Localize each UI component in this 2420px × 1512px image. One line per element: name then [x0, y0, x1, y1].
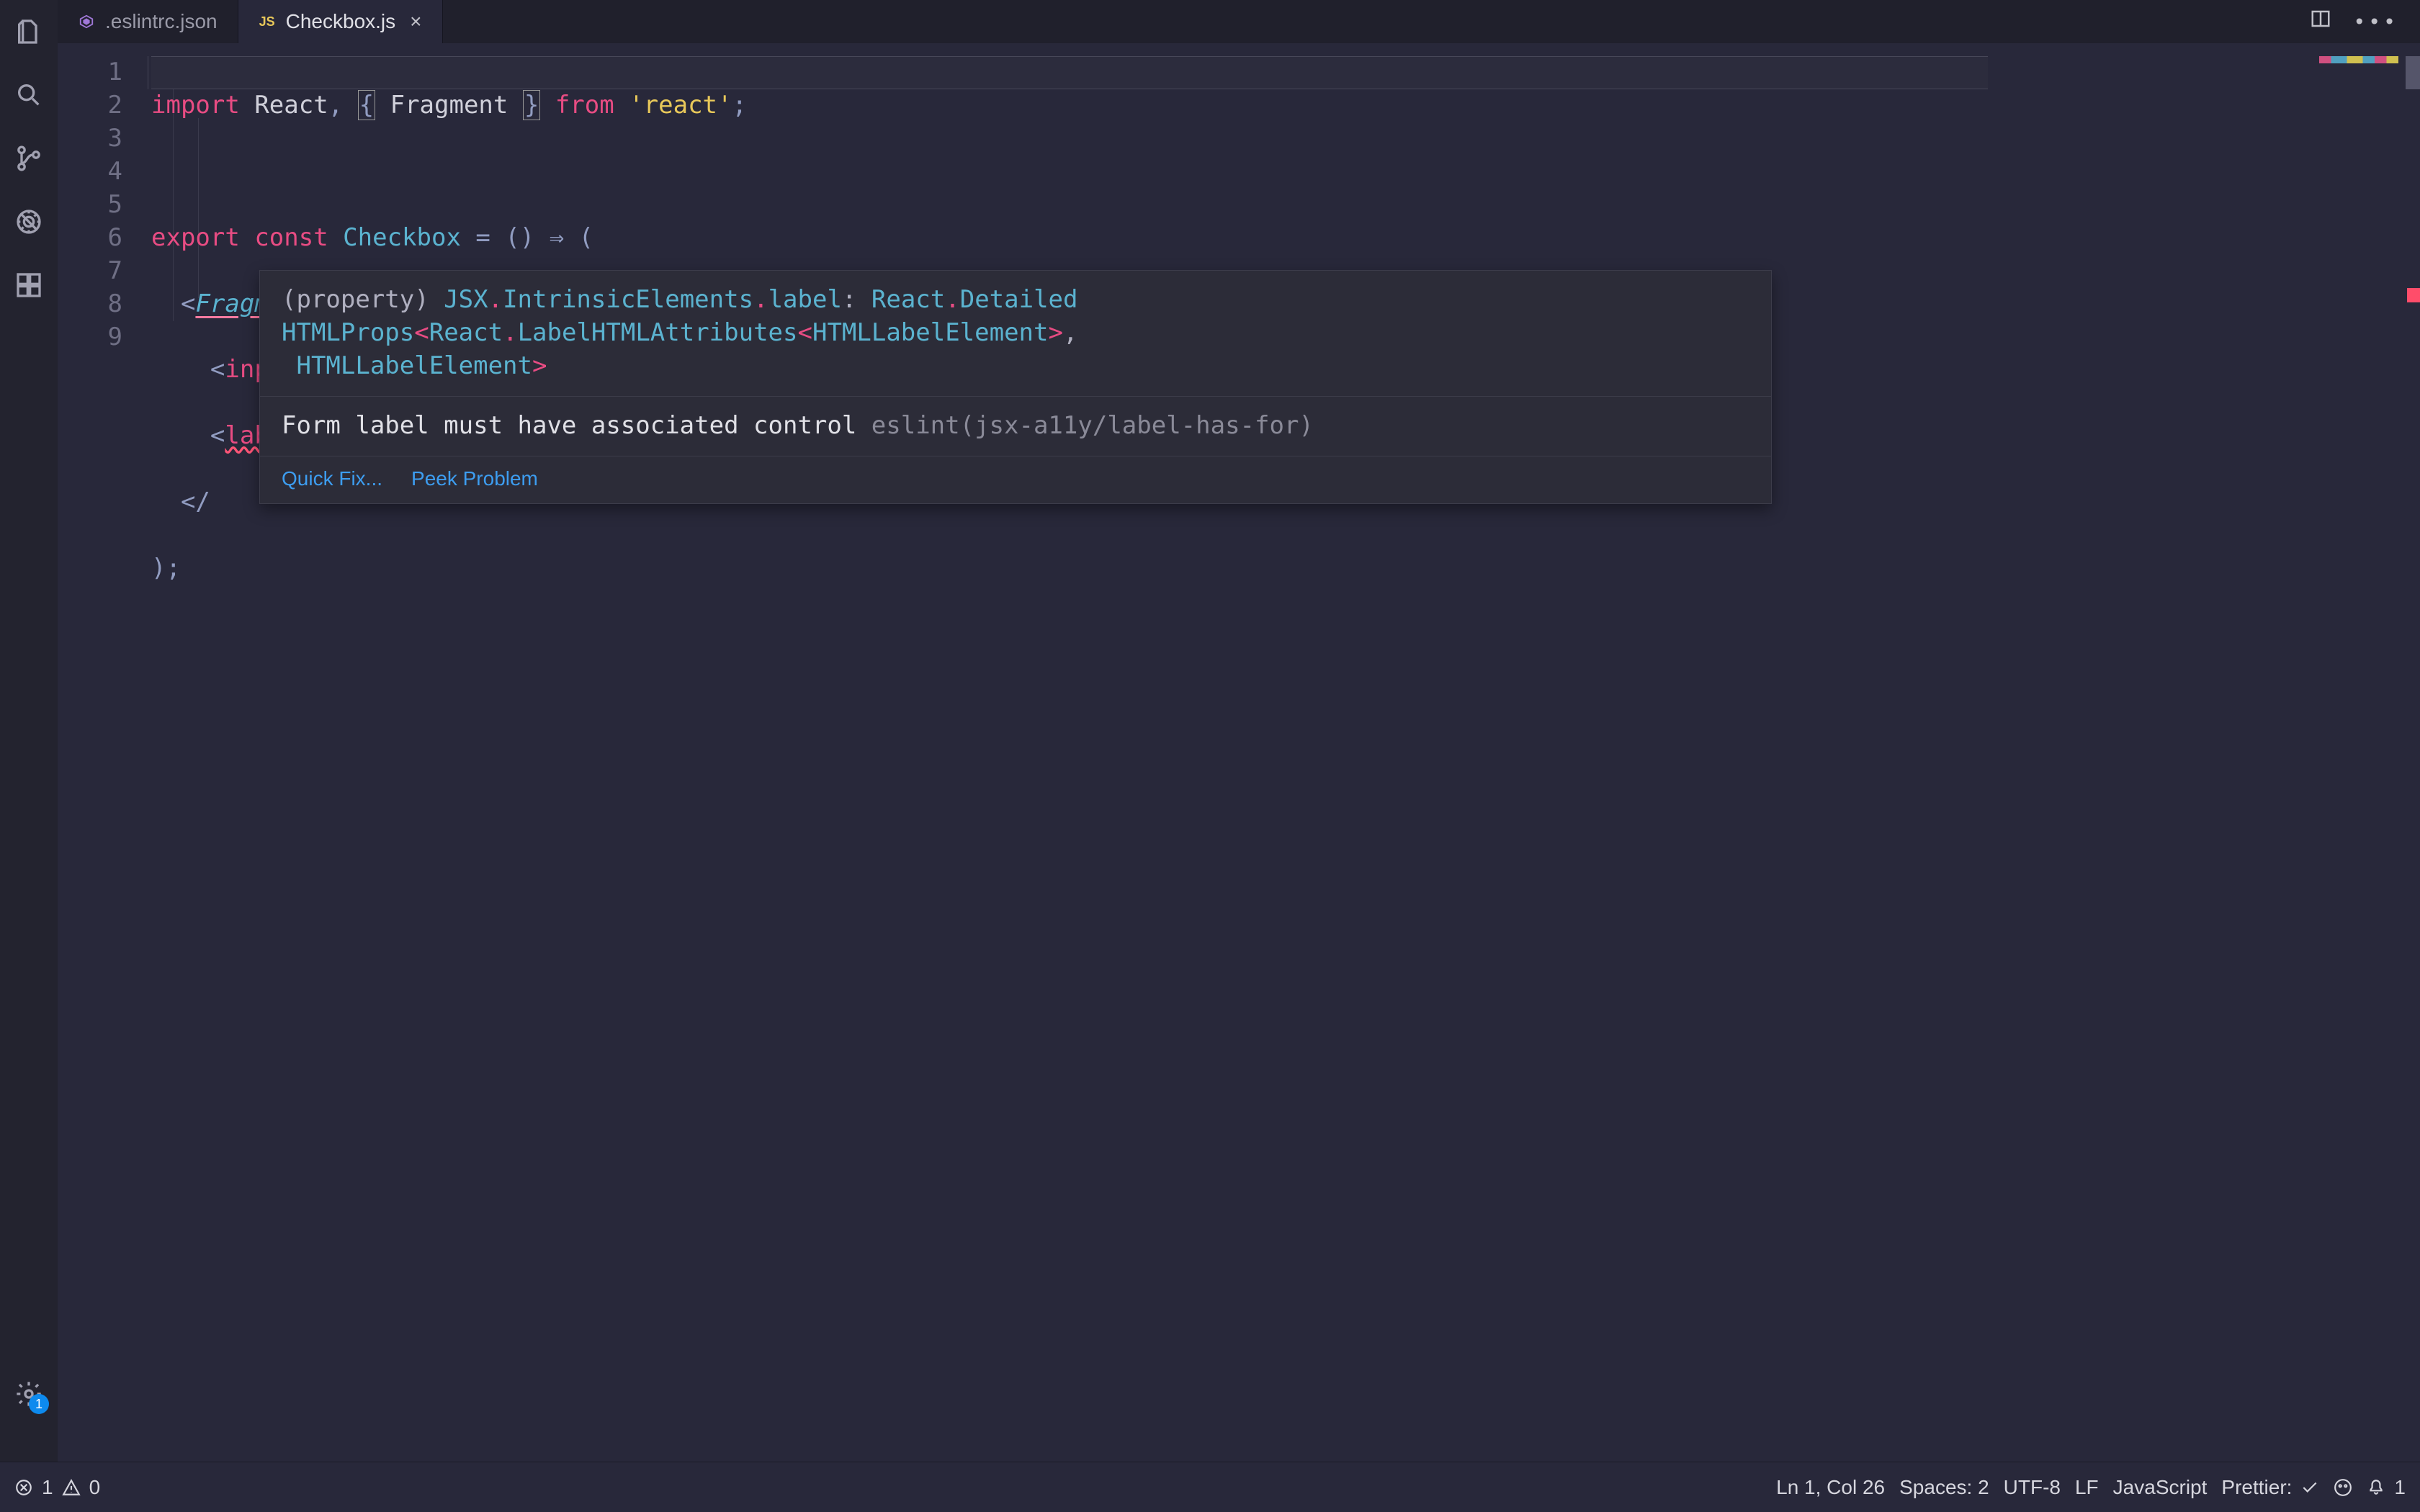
tab-bar: .eslintrc.json JS Checkbox.js × ••• [58, 0, 2420, 43]
tab-label: Checkbox.js [286, 10, 396, 33]
debug-disabled-icon[interactable] [12, 204, 46, 239]
tab-eslintrc[interactable]: .eslintrc.json [58, 0, 238, 43]
notification-count: 1 [2394, 1476, 2406, 1499]
settings-badge: 1 [29, 1394, 49, 1414]
peek-problem-link[interactable]: Peek Problem [411, 465, 538, 492]
overview-error-marker[interactable] [2407, 288, 2420, 302]
feedback-icon[interactable] [2334, 1478, 2352, 1497]
extensions-icon[interactable] [12, 268, 46, 302]
check-icon [2300, 1478, 2319, 1497]
tab-checkbox-js[interactable]: JS Checkbox.js × [238, 0, 443, 43]
search-icon[interactable] [12, 78, 46, 112]
activity-bar: 1 [0, 0, 58, 1462]
line-number-gutter: 1 2 3 4 5 6 7 8 9 [58, 43, 144, 1462]
encoding-status[interactable]: UTF-8 [2004, 1476, 2061, 1499]
hover-problem-message: Form label must have associated control … [260, 396, 1771, 456]
eol-status[interactable]: LF [2075, 1476, 2099, 1499]
indent-status[interactable]: Spaces: 2 [1899, 1476, 1989, 1499]
source-control-icon[interactable] [12, 141, 46, 176]
warning-icon [62, 1478, 81, 1497]
language-mode[interactable]: JavaScript [2113, 1476, 2208, 1499]
minimap[interactable] [2319, 56, 2398, 63]
problems-status[interactable]: 1 0 [14, 1476, 100, 1499]
notifications[interactable]: 1 [2367, 1476, 2406, 1499]
prettier-status[interactable]: Prettier: [2221, 1476, 2319, 1499]
more-actions-icon[interactable]: ••• [2353, 10, 2398, 34]
status-bar: 1 0 Ln 1, Col 26 Spaces: 2 UTF-8 LF Java… [0, 1462, 2420, 1512]
overview-scroll-indicator[interactable] [2406, 56, 2420, 89]
error-icon [14, 1478, 33, 1497]
warning-count: 0 [89, 1476, 101, 1499]
error-count: 1 [42, 1476, 53, 1499]
hover-actions: Quick Fix... Peek Problem [260, 456, 1771, 504]
quick-fix-link[interactable]: Quick Fix... [282, 465, 382, 492]
tab-label: .eslintrc.json [105, 10, 218, 33]
code-editor[interactable]: 1 2 3 4 5 6 7 8 9 import React, { Fragme… [58, 43, 2420, 1462]
cursor-position[interactable]: Ln 1, Col 26 [1776, 1476, 1885, 1499]
settings-gear-icon[interactable]: 1 [12, 1377, 46, 1411]
javascript-icon: JS [259, 13, 276, 30]
hover-tooltip: (property) JSX.IntrinsicElements.label: … [259, 270, 1772, 504]
split-editor-icon[interactable] [2310, 8, 2331, 35]
bell-icon [2367, 1478, 2385, 1497]
eslint-icon [78, 13, 95, 30]
explorer-icon[interactable] [12, 14, 46, 49]
close-tab-icon[interactable]: × [410, 10, 421, 33]
hover-type-info: (property) JSX.IntrinsicElements.label: … [260, 271, 1771, 396]
